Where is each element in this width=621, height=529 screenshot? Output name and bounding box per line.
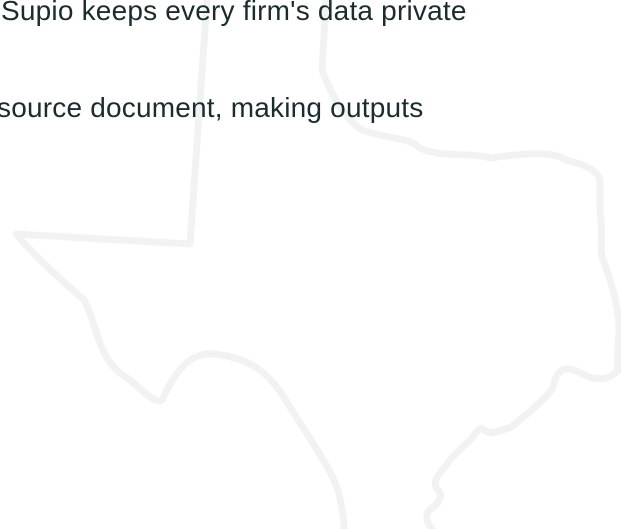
body-text-line-1: Supio keeps every firm's data private (1, 0, 467, 26)
page: Supio keeps every firm's data private so… (0, 0, 621, 529)
texas-state-outline-icon (12, 0, 621, 529)
body-text-line-2: source document, making outputs (0, 92, 424, 123)
